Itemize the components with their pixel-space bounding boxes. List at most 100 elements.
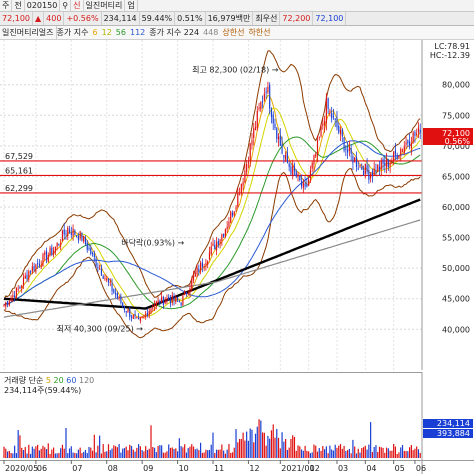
volume-bar [56, 453, 58, 458]
candle-body [58, 244, 60, 246]
volume-bar [361, 448, 363, 458]
volume-bar [161, 445, 163, 458]
volume-chart[interactable]: 거래량 단순 5 20 60 120 234,114주(59.44%) 234,… [0, 372, 474, 474]
volume-bar [368, 444, 370, 458]
candle-body [251, 140, 253, 145]
volume-bar [200, 442, 202, 458]
candle-body [115, 292, 117, 295]
candle-body [194, 272, 196, 277]
volume-last-label-2: 393,884 [437, 429, 470, 438]
volume-bar [184, 444, 186, 458]
volume-bar [285, 439, 287, 458]
candle-body [74, 230, 76, 235]
candle-body [168, 296, 170, 300]
last-price-pct: 0.56% [445, 137, 471, 146]
candle-body [304, 183, 306, 187]
candle-body [79, 231, 81, 239]
candle-body [83, 236, 85, 242]
volume-bar [345, 451, 347, 458]
x-tick-label: 04 [366, 464, 376, 473]
x-tick-label: 10 [179, 464, 189, 473]
support-line-label: 67,529 [5, 152, 33, 161]
candle-body [129, 308, 131, 317]
candle-body [315, 154, 317, 157]
prefix-dropdown[interactable]: 전 [12, 0, 25, 11]
candle-body [254, 126, 257, 131]
candle-body [237, 193, 239, 207]
candle-body [332, 116, 335, 118]
candle-body [285, 154, 287, 160]
volume-bar [201, 452, 203, 458]
candle-body [173, 296, 175, 301]
candle-body [410, 143, 412, 149]
candle-body [409, 141, 411, 146]
volume-bar [65, 427, 67, 458]
price-chart[interactable]: 67,529 65,161 62,299 40,000 45,000 50,000 55,… [0, 40, 474, 370]
x-tick-label: 09 [143, 464, 153, 473]
candle-body [242, 181, 244, 186]
candle-body [155, 301, 157, 306]
price-change: 400 [44, 12, 65, 25]
volume-bar [28, 444, 30, 458]
candle-body [185, 292, 188, 294]
volume-bar [157, 445, 159, 458]
candle-body [175, 297, 177, 302]
candle-body [198, 268, 200, 272]
up-arrow-icon: ▲ [33, 12, 45, 25]
y-tick-label: 60,000 [442, 203, 470, 212]
volume-bar [293, 437, 296, 458]
candle-body [138, 317, 140, 320]
volume-bar [191, 444, 193, 458]
candle-body [256, 110, 258, 128]
menu-button[interactable]: 주 [0, 0, 13, 11]
candle-body [378, 166, 381, 171]
volume-bar [192, 446, 195, 458]
candle-body [162, 297, 164, 305]
volume-bar [382, 447, 384, 458]
price-toolbar: 72,100 ▲ 400 +0.56% 234,114 59.44% 0.51%… [0, 12, 474, 26]
volume-bar [304, 445, 306, 458]
candle-body [139, 317, 141, 321]
volume-title: 거래량 단순 5 20 60 120 [4, 375, 94, 385]
x-tick-label: 03 [338, 464, 348, 473]
candle-body [295, 170, 297, 177]
candle-body [6, 301, 9, 305]
trade-value: 16,979백만 [206, 12, 254, 25]
candle-body [262, 101, 264, 103]
volume-bar [283, 441, 285, 458]
candle-body [88, 248, 90, 250]
candle-body [120, 296, 122, 304]
volume-bar [247, 440, 250, 458]
volume-bar [17, 430, 19, 458]
volume-bar [33, 448, 35, 458]
candle-body [253, 128, 255, 139]
volume-bar [8, 450, 10, 458]
candle-body [336, 117, 338, 128]
lower-band-label: 하한선 [248, 28, 271, 37]
candle-body [325, 98, 327, 124]
candle-body [327, 97, 329, 109]
volume-bar [146, 449, 149, 458]
candle-body [313, 155, 315, 165]
volume-bar [138, 444, 140, 458]
x-tick-label: 08 [108, 464, 118, 473]
volume-bar [354, 446, 356, 458]
candle-body [331, 112, 333, 119]
candle-body [414, 132, 416, 136]
candle-body [161, 296, 163, 303]
search-icon[interactable]: ⚲ [60, 0, 72, 11]
volume-bar [221, 444, 223, 458]
volume-bar [49, 453, 51, 458]
candle-body [380, 160, 382, 170]
y-tick-label: 40,000 [442, 325, 470, 334]
volume-bar [155, 452, 157, 458]
volume-bar [396, 453, 398, 458]
candle-body [33, 266, 35, 271]
x-tick-label: 12 [249, 464, 259, 473]
stock-code-input[interactable]: 020150 [25, 0, 61, 11]
volume-bar [38, 450, 41, 458]
volume-bar [132, 449, 134, 458]
volume-bar [83, 451, 85, 458]
candle-body [274, 123, 276, 129]
support-line-label: 65,161 [5, 166, 33, 175]
